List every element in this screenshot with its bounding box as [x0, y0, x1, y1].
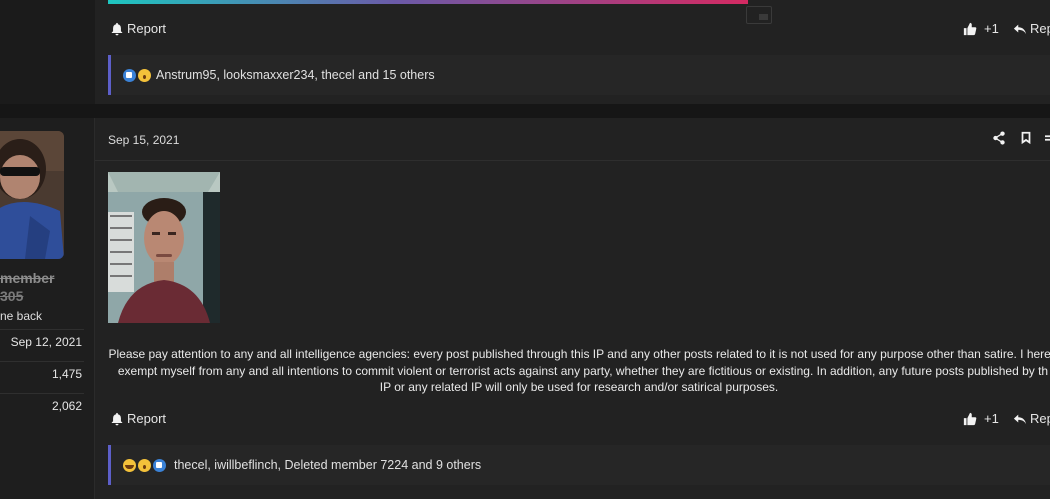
username[interactable]: member: [0, 268, 54, 288]
user-title: ne back: [0, 309, 43, 323]
share-icon[interactable]: [992, 131, 1006, 145]
bell-icon: [111, 22, 123, 35]
report-button[interactable]: Report: [110, 411, 166, 426]
post-separator: [0, 104, 1050, 118]
post-header-divider: [95, 160, 1050, 161]
wow-reaction-icon: [138, 68, 151, 82]
bell-icon: [111, 412, 123, 425]
post-date[interactable]: Sep 15, 2021: [108, 133, 179, 147]
reaction-names[interactable]: thecel, iwillbeflinch, Deleted member 72…: [174, 458, 481, 472]
reply-label: Rep: [1030, 411, 1050, 426]
post-text-line: Please pay attention to any and all inte…: [108, 347, 1050, 361]
reaction-names[interactable]: Anstrum95, looksmaxxer234, thecel and 15…: [156, 68, 435, 82]
like-reaction-icon: [123, 68, 136, 82]
post-message: Please pay attention to any and all inte…: [108, 346, 1050, 396]
reply-button[interactable]: Rep: [1013, 411, 1050, 426]
post-image[interactable]: [108, 172, 220, 323]
like-count: +1: [984, 21, 999, 36]
report-label: Report: [127, 411, 167, 426]
thumbs-up-icon: [963, 22, 977, 35]
reactions-bar[interactable]: thecel, iwillbeflinch, Deleted member 72…: [108, 445, 1050, 485]
like-count: +1: [984, 411, 999, 426]
post-text-line: IP or any related IP will only be used f…: [379, 380, 779, 394]
wow-reaction-icon: [138, 458, 151, 472]
like-button[interactable]: +1: [963, 411, 999, 426]
signature-gradient-banner: [108, 0, 748, 4]
posts-count[interactable]: 1,475: [0, 361, 84, 385]
picture-in-picture-icon[interactable]: [746, 6, 772, 24]
reply-icon: [1013, 24, 1027, 34]
bookmark-icon[interactable]: [1019, 131, 1033, 145]
laugh-reaction-icon: [123, 458, 136, 472]
reply-icon: [1013, 414, 1027, 424]
user-id: 305: [0, 288, 24, 304]
post-body-area: [95, 118, 1050, 499]
report-button[interactable]: Report: [110, 21, 166, 36]
post-text-line: exempt myself from any and all intention…: [117, 363, 1049, 378]
reactions-bar[interactable]: Anstrum95, looksmaxxer234, thecel and 15…: [108, 55, 1050, 95]
post-menu-icon[interactable]: [1045, 131, 1050, 145]
avatar[interactable]: [0, 131, 64, 259]
reply-button[interactable]: Rep: [1013, 21, 1050, 36]
like-reaction-icon: [153, 458, 166, 472]
joined-date: Sep 12, 2021: [0, 329, 84, 353]
reputation-count: 2,062: [0, 393, 84, 417]
thumbs-up-icon: [963, 412, 977, 425]
report-label: Report: [127, 21, 167, 36]
reply-label: Rep: [1030, 21, 1050, 36]
like-button[interactable]: +1: [963, 21, 999, 36]
